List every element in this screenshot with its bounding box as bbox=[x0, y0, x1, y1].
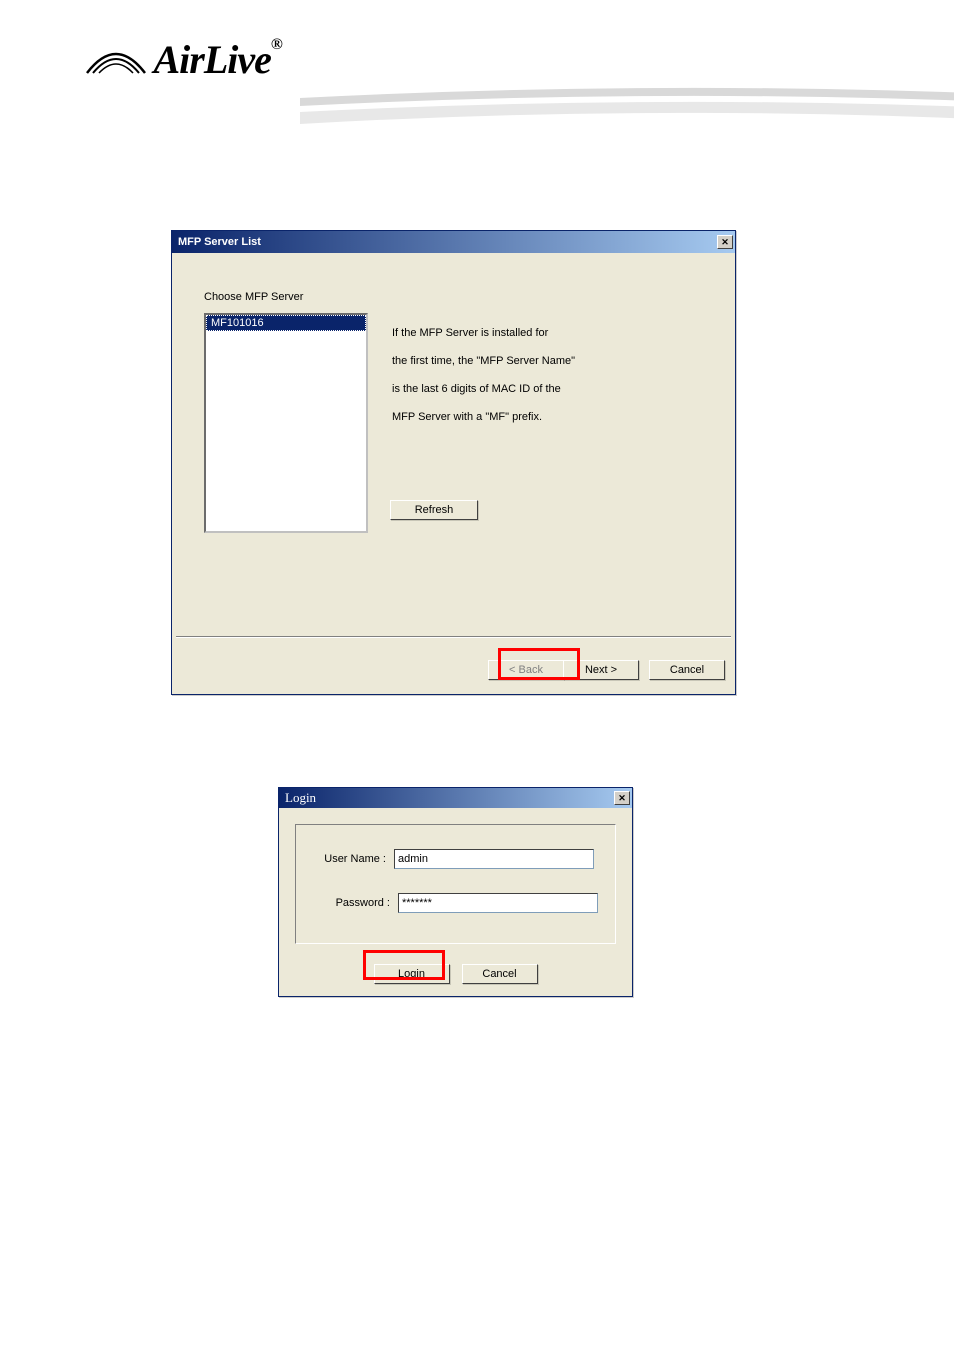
login-dialog-body: User Name : Password : Login Cancel bbox=[279, 808, 632, 996]
logo-text: AirLive® bbox=[153, 37, 281, 82]
username-label: User Name : bbox=[316, 853, 386, 865]
server-listbox[interactable]: MF101016 bbox=[204, 313, 368, 533]
wizard-button-row: < Back Next > Cancel bbox=[488, 660, 725, 680]
password-row: Password : bbox=[320, 893, 598, 913]
username-input[interactable] bbox=[394, 849, 594, 869]
info-line: the first time, the "MFP Server Name" bbox=[392, 347, 622, 375]
server-list-item[interactable]: MF101016 bbox=[206, 315, 366, 331]
login-dialog: Login ✕ User Name : Password : Login Can… bbox=[278, 787, 633, 997]
close-icon[interactable]: ✕ bbox=[717, 235, 733, 249]
info-line: MFP Server with a "MF" prefix. bbox=[392, 403, 622, 431]
password-label: Password : bbox=[320, 897, 390, 909]
mfp-server-list-dialog: MFP Server List ✕ Choose MFP Server MF10… bbox=[171, 230, 736, 695]
page-header: AirLive® bbox=[0, 0, 954, 160]
login-titlebar: Login ✕ bbox=[279, 788, 632, 808]
mfp-titlebar: MFP Server List ✕ bbox=[172, 231, 735, 253]
next-button[interactable]: Next > bbox=[563, 660, 639, 680]
mfp-info-text: If the MFP Server is installed for the f… bbox=[392, 319, 622, 431]
info-line: If the MFP Server is installed for bbox=[392, 319, 622, 347]
separator-line bbox=[176, 636, 731, 638]
login-title-text: Login bbox=[285, 790, 316, 806]
header-swoosh bbox=[300, 80, 954, 140]
login-groupbox: User Name : Password : bbox=[295, 824, 616, 944]
logo-arc-icon bbox=[83, 47, 149, 77]
login-button-row: Login Cancel bbox=[279, 964, 632, 984]
close-icon[interactable]: ✕ bbox=[614, 791, 630, 805]
info-line: is the last 6 digits of MAC ID of the bbox=[392, 375, 622, 403]
choose-mfp-server-label: Choose MFP Server bbox=[204, 291, 303, 303]
mfp-title-text: MFP Server List bbox=[178, 236, 261, 248]
cancel-button[interactable]: Cancel bbox=[649, 660, 725, 680]
password-input[interactable] bbox=[398, 893, 598, 913]
login-cancel-button[interactable]: Cancel bbox=[462, 964, 538, 984]
back-button[interactable]: < Back bbox=[488, 660, 564, 680]
login-button[interactable]: Login bbox=[374, 964, 450, 984]
mfp-dialog-body: Choose MFP Server MF101016 If the MFP Se… bbox=[172, 253, 735, 694]
username-row: User Name : bbox=[316, 849, 594, 869]
refresh-button[interactable]: Refresh bbox=[390, 500, 478, 520]
airlive-logo: AirLive® bbox=[75, 36, 285, 83]
